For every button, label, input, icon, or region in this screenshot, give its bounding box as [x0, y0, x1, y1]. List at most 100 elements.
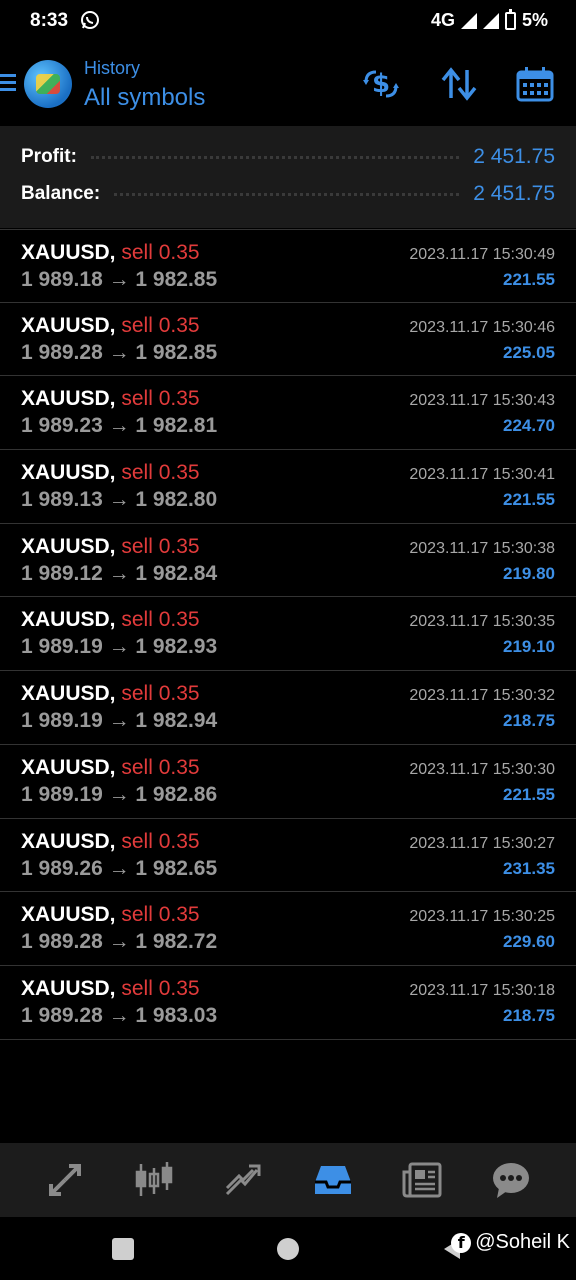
- deal-prices: 1 989.19 → 1 982.94: [21, 709, 218, 733]
- deal-symbol: XAUUSD, sell 0.35: [21, 977, 200, 1001]
- nav-history[interactable]: [311, 1158, 355, 1202]
- balance-value: 2 451.75: [473, 182, 555, 205]
- signal-icon-2: [482, 12, 499, 29]
- watermark-text: @Soheil K: [475, 1231, 570, 1253]
- deal-row[interactable]: XAUUSD, sell 0.35 1 989.19 → 1 982.86 2023…: [0, 745, 576, 819]
- deal-side: sell 0.35: [121, 755, 200, 779]
- watermark: f @Soheil K: [451, 1231, 570, 1254]
- nav-news[interactable]: [400, 1158, 444, 1202]
- balance-label: Balance:: [21, 183, 101, 204]
- deal-symbol: XAUUSD, sell 0.35: [21, 535, 200, 559]
- menu-icon[interactable]: [0, 72, 16, 92]
- deal-list: XAUUSD, sell 0.35 1 989.18 → 1 982.85 2023…: [0, 229, 576, 1040]
- deal-profit: 231.35: [503, 858, 555, 878]
- deal-row[interactable]: XAUUSD, sell 0.35 1 989.26 → 1 982.65 2023…: [0, 819, 576, 893]
- deal-profit: 221.55: [503, 490, 555, 510]
- symbol-text: XAUUSD,: [21, 461, 116, 485]
- recent-apps-button[interactable]: [112, 1238, 134, 1260]
- deal-side: sell 0.35: [121, 461, 200, 485]
- app-logo[interactable]: [24, 60, 72, 108]
- deal-symbol: XAUUSD, sell 0.35: [21, 387, 200, 411]
- symbol-text: XAUUSD,: [21, 313, 116, 337]
- deal-row[interactable]: XAUUSD, sell 0.35 1 989.28 → 1 982.85 2023…: [0, 303, 576, 377]
- symbol-text: XAUUSD,: [21, 755, 116, 779]
- deal-prices: 1 989.26 → 1 982.65: [21, 856, 218, 880]
- deal-profit: 219.80: [503, 563, 555, 583]
- symbol-text: XAUUSD,: [21, 534, 116, 558]
- deal-side: sell 0.35: [121, 534, 200, 558]
- deal-side: sell 0.35: [121, 313, 200, 337]
- deal-side: sell 0.35: [121, 387, 200, 411]
- quotes-icon: [48, 1164, 81, 1196]
- deal-time: 2023.11.17 15:30:32: [409, 687, 555, 705]
- header-title[interactable]: All symbols: [84, 84, 205, 112]
- deal-symbol: XAUUSD, sell 0.35: [21, 830, 200, 854]
- status-time: 8:33: [30, 10, 69, 31]
- facebook-icon: f: [451, 1232, 472, 1253]
- money-exchange-icon[interactable]: $: [362, 66, 400, 102]
- deal-time: 2023.11.17 15:30:35: [409, 613, 555, 631]
- deal-side: sell 0.35: [121, 903, 200, 927]
- calendar-icon[interactable]: [516, 66, 554, 102]
- symbol-text: XAUUSD,: [21, 976, 116, 1000]
- deal-side: sell 0.35: [121, 682, 200, 706]
- deal-symbol: XAUUSD, sell 0.35: [21, 608, 200, 632]
- deal-profit: 218.75: [503, 1005, 555, 1025]
- deal-row[interactable]: XAUUSD, sell 0.35 1 989.19 → 1 982.94 2023…: [0, 671, 576, 745]
- deal-symbol: XAUUSD, sell 0.35: [21, 756, 200, 780]
- symbol-text: XAUUSD,: [21, 829, 116, 853]
- deal-prices: 1 989.28 → 1 983.03: [21, 1003, 218, 1027]
- deal-profit: 221.55: [503, 270, 555, 289]
- status-bar: 8:33 4G 5%: [0, 0, 576, 42]
- header-subtitle: History: [84, 58, 141, 78]
- deal-time: 2023.11.17 15:30:46: [409, 318, 555, 336]
- deal-profit: 221.55: [503, 784, 555, 804]
- home-button[interactable]: [277, 1238, 299, 1260]
- deal-prices: 1 989.23 → 1 982.81: [21, 414, 218, 438]
- status-indicators: 4G 5%: [431, 8, 548, 31]
- deal-row[interactable]: XAUUSD, sell 0.35 1 989.19 → 1 982.93 2023…: [0, 597, 576, 672]
- system-nav-bar: f @Soheil K: [0, 1217, 576, 1280]
- deal-side: sell 0.35: [121, 608, 200, 632]
- deal-row[interactable]: XAUUSD, sell 0.35 1 989.28 → 1 982.72 2023…: [0, 892, 576, 966]
- deal-time: 2023.11.17 15:30:41: [409, 466, 555, 484]
- nav-quotes[interactable]: [43, 1158, 87, 1202]
- symbol-text: XAUUSD,: [21, 387, 116, 411]
- deal-symbol: XAUUSD, sell 0.35: [21, 461, 200, 485]
- deal-time: 2023.11.17 15:30:27: [409, 834, 555, 852]
- dotted-leader: [90, 155, 460, 159]
- trade-icon: [226, 1164, 261, 1196]
- nav-chart[interactable]: [132, 1158, 176, 1202]
- sort-icon[interactable]: [440, 66, 478, 102]
- deal-row[interactable]: XAUUSD, sell 0.35 1 989.28 → 1 983.03 2023…: [0, 966, 576, 1040]
- deal-prices: 1 989.12 → 1 982.84: [21, 561, 218, 585]
- news-icon: [402, 1162, 442, 1198]
- battery-icon: [504, 8, 516, 30]
- deal-prices: 1 989.13 → 1 982.80: [21, 488, 218, 512]
- deal-side: sell 0.35: [121, 241, 200, 264]
- deal-prices: 1 989.28 → 1 982.72: [21, 930, 218, 954]
- deal-row[interactable]: XAUUSD, sell 0.35 1 989.12 → 1 982.84 2023…: [0, 524, 576, 598]
- whatsapp-icon: [81, 11, 99, 29]
- deal-time: 2023.11.17 15:30:25: [409, 908, 555, 926]
- deal-time: 2023.11.17 15:30:30: [409, 760, 555, 778]
- chart-icon: [135, 1162, 173, 1196]
- symbol-text: XAUUSD,: [21, 682, 116, 706]
- dotted-leader: [114, 192, 460, 196]
- deal-symbol: XAUUSD, sell 0.35: [21, 903, 200, 927]
- deal-row[interactable]: XAUUSD, sell 0.35 1 989.23 → 1 982.81 2023…: [0, 376, 576, 451]
- nav-trade[interactable]: [221, 1158, 265, 1202]
- deal-profit: 219.10: [503, 637, 555, 657]
- nav-chat[interactable]: [489, 1158, 533, 1202]
- summary-panel: Profit: 2 451.75 Balance: 2 451.75: [0, 126, 576, 228]
- deal-symbol: XAUUSD, sell 0.35: [21, 682, 200, 706]
- deal-row[interactable]: XAUUSD, sell 0.35 1 989.18 → 1 982.85 2023…: [0, 229, 576, 303]
- deal-time: 2023.11.17 15:30:18: [409, 981, 555, 999]
- deal-row[interactable]: XAUUSD, sell 0.35 1 989.13 → 1 982.80 2023…: [0, 450, 576, 524]
- symbol-text: XAUUSD,: [21, 608, 116, 632]
- deal-time: 2023.11.17 15:30:49: [409, 246, 555, 263]
- deal-prices: 1 989.28 → 1 982.85: [21, 340, 218, 364]
- deal-prices: 1 989.19 → 1 982.93: [21, 635, 218, 659]
- deal-prices: 1 989.18 → 1 982.85: [21, 268, 218, 291]
- profit-label: Profit:: [21, 146, 77, 167]
